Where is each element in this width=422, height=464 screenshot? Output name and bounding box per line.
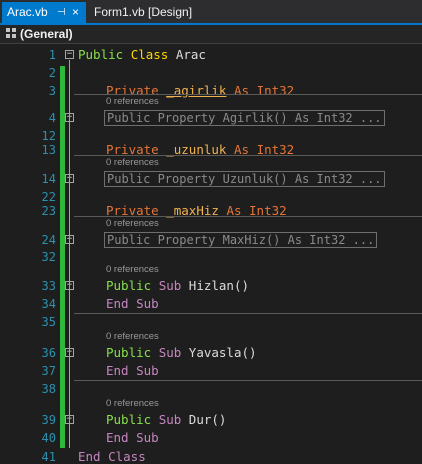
- tab-label: Arac.vb: [7, 5, 48, 19]
- vb-project-icon: [6, 28, 16, 38]
- code-text: Public Sub Dur(): [106, 412, 227, 427]
- line-number: 41: [41, 450, 56, 464]
- code-line: 1 − Public Class Arac: [0, 46, 422, 64]
- line-number: 3: [48, 84, 56, 98]
- code-text: Public Sub Yavasla(): [106, 345, 257, 360]
- line-number: 40: [41, 431, 56, 445]
- line-number: 24: [41, 233, 56, 247]
- code-line: 14 + Public Property Uzunluk() As Int32 …: [0, 170, 422, 188]
- scope-selector[interactable]: (General): [20, 25, 73, 43]
- separator: [74, 94, 422, 95]
- line-number: 32: [41, 250, 56, 264]
- code-line: 35: [0, 313, 422, 331]
- line-number: 4: [48, 111, 56, 125]
- code-line: 24 + Public Property MaxHiz() As Int32 .…: [0, 231, 422, 249]
- code-line: 41 End Class: [0, 448, 422, 464]
- code-text: Public Sub Hizlan(): [106, 278, 250, 293]
- codelens-references[interactable]: 0 references: [106, 398, 159, 409]
- code-line: 34 End Sub: [0, 295, 422, 313]
- line-number: 14: [41, 172, 56, 186]
- tab-label: Form1.vb [Design]: [94, 5, 193, 19]
- line-number: 34: [41, 297, 56, 311]
- code-line: 38: [0, 380, 422, 398]
- separator: [74, 155, 422, 156]
- line-number: 23: [41, 204, 56, 218]
- code-line: 3 Private _agirlik As Int32: [0, 82, 422, 100]
- code-line: 40 End Sub: [0, 429, 422, 447]
- codelens-references[interactable]: 0 references: [106, 331, 159, 342]
- class-fold-guide: [69, 60, 70, 448]
- code-line: 2: [0, 64, 422, 82]
- line-number: 36: [41, 346, 56, 360]
- code-text: End Sub: [106, 430, 159, 445]
- collapsed-property[interactable]: Public Property Agirlik() As Int32 ...: [104, 110, 385, 126]
- line-number: 1: [48, 48, 56, 62]
- line-number: 37: [41, 364, 56, 378]
- document-tab-bar: Arac.vb ⊣ × Form1.vb [Design]: [0, 0, 422, 23]
- collapsed-property[interactable]: Public Property Uzunluk() As Int32 ...: [104, 171, 385, 187]
- tab-arac-vb[interactable]: Arac.vb ⊣ ×: [2, 2, 86, 23]
- line-number: 33: [41, 279, 56, 293]
- code-line: 37 End Sub: [0, 362, 422, 380]
- line-number: 13: [41, 143, 56, 157]
- line-number: 2: [48, 66, 56, 80]
- code-text: End Sub: [106, 296, 159, 311]
- code-line: 36 − Public Sub Yavasla(): [0, 344, 422, 362]
- codelens-references[interactable]: 0 references: [106, 264, 159, 275]
- pin-icon[interactable]: ⊣: [57, 2, 66, 23]
- line-number: 38: [41, 382, 56, 396]
- line-number: 35: [41, 315, 56, 329]
- code-text: End Class: [78, 449, 146, 464]
- tab-form1-design[interactable]: Form1.vb [Design]: [94, 2, 192, 23]
- separator: [74, 216, 422, 217]
- code-line: 33 − Public Sub Hizlan(): [0, 277, 422, 295]
- code-line: 13 Private _uzunluk As Int32: [0, 141, 422, 159]
- code-line: 4 + Public Property Agirlik() As Int32 .…: [0, 109, 422, 127]
- collapsed-property[interactable]: Public Property MaxHiz() As Int32 ...: [104, 232, 378, 248]
- codelens-references[interactable]: 0 references: [106, 218, 159, 229]
- navigation-bar[interactable]: (General): [0, 25, 422, 44]
- code-editor[interactable]: 1 − Public Class Arac 2 3 Private _agirl…: [0, 44, 422, 464]
- code-line: 39 − Public Sub Dur(): [0, 411, 422, 429]
- code-text: Public Class Arac: [78, 47, 206, 62]
- collapse-icon[interactable]: −: [65, 50, 74, 59]
- line-number: 39: [41, 413, 56, 427]
- code-text: End Sub: [106, 363, 159, 378]
- codelens-references[interactable]: 0 references: [106, 157, 159, 168]
- code-line: 23 Private _maxHiz As Int32: [0, 202, 422, 220]
- close-icon[interactable]: ×: [72, 2, 79, 23]
- codelens-references[interactable]: 0 references: [106, 96, 159, 107]
- code-line: 32: [0, 248, 422, 266]
